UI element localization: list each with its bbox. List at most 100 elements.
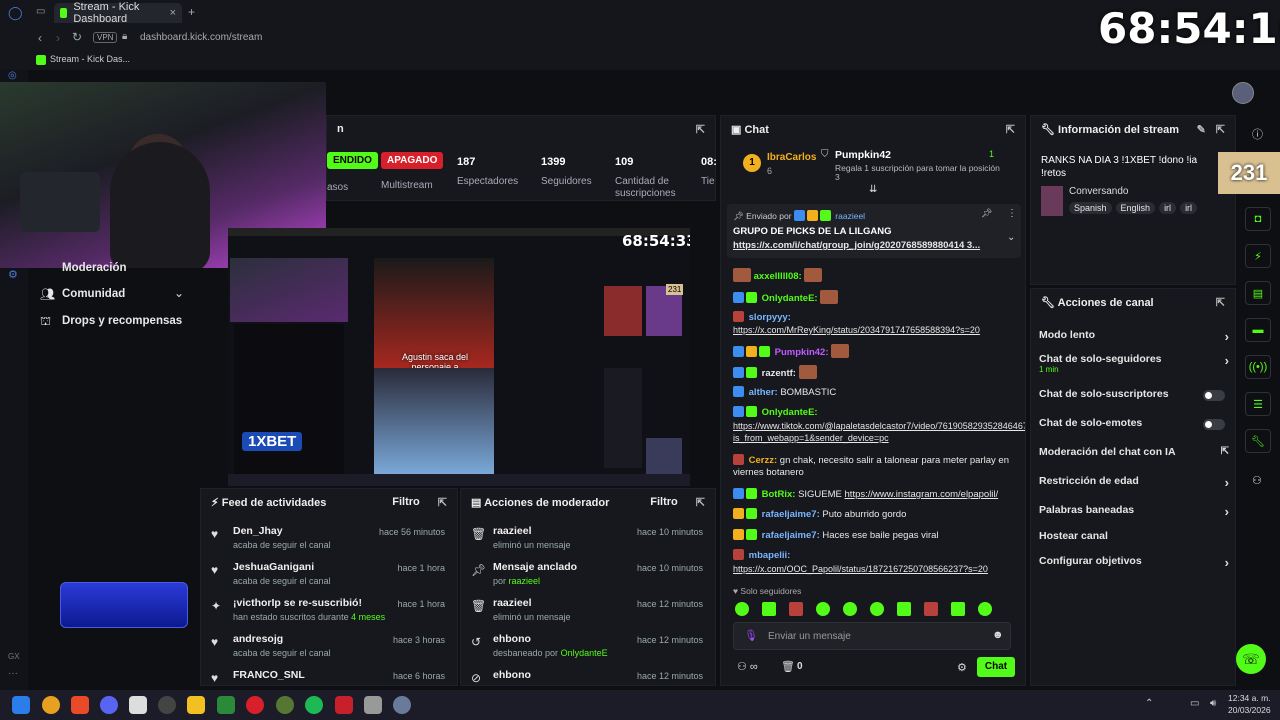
stat-multistream[interactable]: APAGADO (381, 152, 444, 169)
tag[interactable]: irl (1180, 202, 1198, 214)
pinned-message[interactable]: 📌︎ Enviado por raazieel 📌︎ ⋮ GRUPO DE PI… (727, 204, 1021, 258)
expand-icon[interactable]: ⇱ (696, 123, 705, 136)
chat-message[interactable]: OnlydanteE: (733, 406, 1023, 419)
camera-icon[interactable]: ◘ (1245, 207, 1271, 231)
users-icon[interactable]: ⚇ ∞ (737, 660, 758, 673)
new-tab-icon[interactable]: + (188, 5, 195, 19)
nav-drops[interactable]: Drops y recompensas (62, 315, 182, 327)
emotes-only-row[interactable]: Chat de solo-emotes (1039, 417, 1229, 437)
app-icon[interactable] (42, 696, 60, 714)
chat-send-button[interactable]: Chat (977, 657, 1015, 677)
steam-icon[interactable] (158, 696, 176, 714)
emoji-icon[interactable]: ☻ (992, 629, 1004, 641)
tag[interactable]: English (1115, 202, 1156, 214)
wrench-icon[interactable]: 🔧︎ (1245, 429, 1271, 453)
unpin-icon[interactable]: 📌︎ (981, 208, 992, 219)
support-button[interactable]: ☏ (1236, 644, 1266, 674)
nav-community[interactable]: Comunidad (62, 288, 125, 300)
tag[interactable]: irl (1159, 202, 1177, 214)
chat-message[interactable]: rafaeljaime7: Haces ese baile pegas vira… (733, 529, 1023, 542)
forward-icon[interactable]: › (56, 31, 60, 45)
emote-icon[interactable] (897, 602, 911, 616)
chevron-down-icon[interactable]: ⌄ (1007, 232, 1015, 243)
chat-message[interactable]: alther: BOMBASTIC (733, 386, 1023, 399)
gift-user-name[interactable]: Pumpkin42 (835, 149, 891, 161)
notes-icon[interactable]: ▤ (1245, 281, 1271, 305)
mod-filter-button[interactable]: Filtro (650, 496, 678, 509)
chat-bubble-icon[interactable]: ▬ (1245, 318, 1271, 342)
subs-only-row[interactable]: Chat de solo-suscriptores (1039, 388, 1229, 408)
emote-icon[interactable] (870, 602, 884, 616)
store-icon[interactable] (129, 696, 147, 714)
volume-icon[interactable]: 🔊︎ (1210, 698, 1216, 709)
taskbar-time[interactable]: 12:34 a. m. (1228, 693, 1271, 703)
ai-moderation-row[interactable]: Moderación del chat con IA ⇱ (1039, 446, 1229, 466)
chat-input[interactable]: 🎙︎ Enviar un mensaje ☻ (733, 622, 1011, 650)
scroll-down-icon[interactable]: ⇊ (869, 184, 877, 195)
opera-gx-icon[interactable] (246, 696, 264, 714)
tag[interactable]: Spanish (1069, 202, 1112, 214)
reload-icon[interactable]: ↻ (72, 30, 82, 44)
spotify-icon[interactable] (305, 696, 323, 714)
expand-icon[interactable]: ⇱ (1216, 123, 1225, 136)
host-channel-row[interactable]: Hostear canal (1039, 530, 1229, 550)
chat-message[interactable]: mbapelii: (733, 549, 1023, 562)
bolt-icon[interactable]: ⚡︎ (1245, 244, 1271, 268)
chat-message-link[interactable]: https://x.com/OOC_Papolil/status/1872167… (733, 563, 1023, 575)
brave-icon[interactable] (71, 696, 89, 714)
emote-icon[interactable] (978, 602, 992, 616)
obs-icon[interactable] (335, 696, 353, 714)
network-icon[interactable]: ▭ (1190, 698, 1199, 709)
layout-icon[interactable]: ☰ (1245, 392, 1271, 416)
expand-icon[interactable]: ⇱ (438, 496, 447, 509)
messenger-icon[interactable]: ◎ (8, 70, 17, 81)
slow-mode-row[interactable]: Modo lento › (1039, 329, 1229, 349)
chat-message[interactable]: Cerzz: gn chak, necesito salir a talonea… (733, 454, 1023, 479)
chat-message[interactable]: axxelllll08: (733, 268, 1023, 283)
url-field[interactable]: dashboard.kick.com/stream (140, 32, 262, 43)
tray-chevron-icon[interactable]: ⌃ (1145, 698, 1153, 709)
activity-filter-button[interactable]: Filtro (392, 496, 420, 509)
chevron-down-icon[interactable]: ⌄ (174, 286, 184, 300)
emote-icon[interactable] (951, 602, 965, 616)
expand-icon[interactable]: ⇱ (1216, 296, 1225, 309)
stream-preview[interactable]: 68:54:33 Agustin saca del personaje a Pe… (228, 228, 690, 486)
back-icon[interactable]: ‹ (38, 31, 42, 45)
app-icon[interactable] (364, 696, 382, 714)
taskbar-date[interactable]: 20/03/2026 (1228, 705, 1271, 715)
avatar[interactable] (1232, 82, 1254, 104)
settings-icon[interactable]: ⚙ (8, 268, 18, 281)
tab-menu-icon[interactable]: ▭ (36, 6, 45, 17)
settings-icon[interactable] (393, 696, 411, 714)
share-icon[interactable]: ⚇ (1252, 474, 1262, 487)
windows-start-icon[interactable] (12, 696, 30, 714)
gear-icon[interactable]: ⚙ (957, 661, 967, 674)
folder-icon[interactable] (187, 696, 205, 714)
bookmark-stream[interactable]: Stream - Kick Das... (50, 54, 130, 64)
edit-icon[interactable]: ✎ (1197, 123, 1206, 136)
mic-icon[interactable]: 🎙︎ (744, 629, 758, 642)
followers-only-row[interactable]: Chat de solo-seguidores 1 min › (1039, 353, 1229, 381)
chat-message-link[interactable]: https://www.tiktok.com/@lapaletasdelcast… (733, 420, 1025, 444)
info-icon[interactable]: ⓘ (1252, 126, 1263, 142)
chat-message[interactable]: rafaeljaime7: Puto aburrido gordo (733, 508, 1023, 521)
discord-icon[interactable] (100, 696, 118, 714)
expand-icon[interactable]: ⇱ (1006, 123, 1015, 136)
emote-icon[interactable] (735, 602, 749, 616)
pinned-link[interactable]: https://x.com/i/chat/group_join/g2020768… (733, 240, 997, 251)
more-icon[interactable]: ··· (8, 668, 18, 679)
opera-logo-icon[interactable]: ◯ (8, 5, 23, 21)
more-options-icon[interactable]: ⋮ (1007, 208, 1017, 219)
chat-message[interactable]: slorpyyy: (733, 311, 1023, 324)
close-tab-icon[interactable]: × (170, 7, 176, 19)
goals-row[interactable]: Configurar objetivos › (1039, 555, 1229, 575)
tab-kick-dashboard[interactable]: Stream - Kick Dashboard × (54, 1, 182, 25)
emote-icon[interactable] (816, 602, 830, 616)
emote-icon[interactable] (789, 602, 803, 616)
banned-words-row[interactable]: Palabras baneadas › (1039, 504, 1229, 524)
gamepad-icon[interactable] (217, 696, 235, 714)
chat-message[interactable]: Pumpkin42: (733, 344, 1023, 359)
chat-message[interactable]: BotRix: SIGUEME https://www.instagram.co… (733, 488, 1023, 501)
age-restriction-row[interactable]: Restricción de edad › (1039, 475, 1229, 495)
chat-message-link[interactable]: https://x.com/MrReyKing/status/203479174… (733, 324, 1023, 336)
